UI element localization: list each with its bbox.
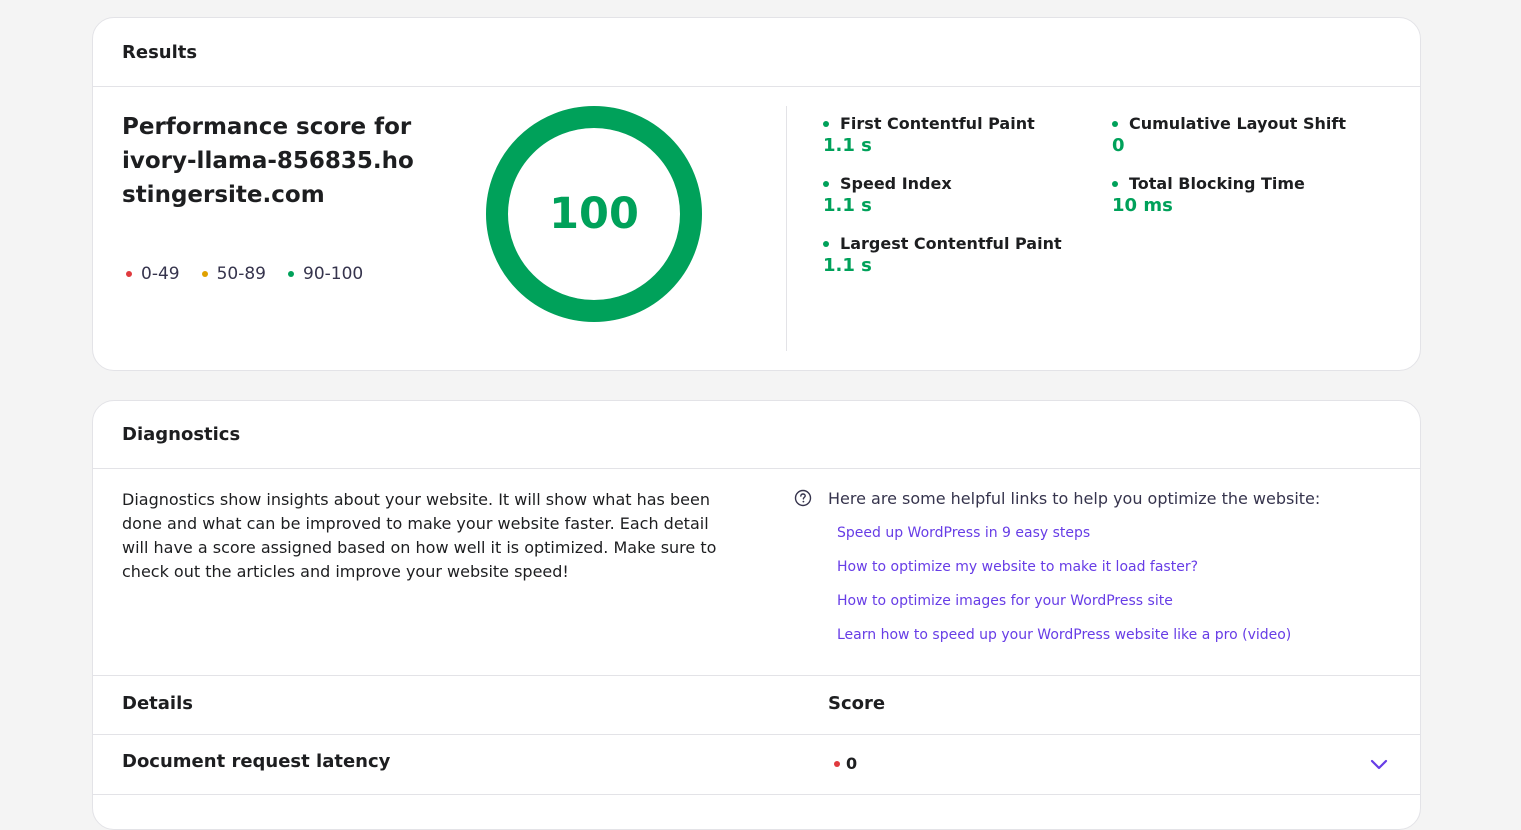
diagnostics-title: Diagnostics xyxy=(122,424,241,445)
divider xyxy=(93,675,1420,676)
link-speed-up-wordpress[interactable]: Speed up WordPress in 9 easy steps xyxy=(837,525,1291,559)
helpful-links-title: Here are some helpful links to help you … xyxy=(828,489,1321,508)
legend-label: 0-49 xyxy=(141,264,180,284)
metric-speed-index: Speed Index 1.1 s xyxy=(823,174,952,216)
legend-item-poor: 0-49 xyxy=(126,264,180,284)
diagnostics-card: Diagnostics Diagnostics show insights ab… xyxy=(92,400,1421,830)
green-dot-icon xyxy=(1112,180,1118,187)
orange-dot-icon xyxy=(201,271,208,277)
helpful-links-list: Speed up WordPress in 9 easy steps How t… xyxy=(837,525,1291,661)
legend-item-good: 90-100 xyxy=(288,264,363,284)
link-optimize-images[interactable]: How to optimize images for your WordPres… xyxy=(837,593,1291,627)
metric-name: Cumulative Layout Shift xyxy=(1129,114,1346,133)
divider xyxy=(93,86,1420,87)
divider xyxy=(93,794,1420,795)
question-circle-icon xyxy=(794,489,812,507)
score-legend: 0-49 50-89 90-100 xyxy=(126,264,363,284)
metric-name: Speed Index xyxy=(840,174,952,193)
green-dot-icon xyxy=(823,120,829,127)
performance-title: Performance score for ivory-llama-856835… xyxy=(122,114,414,208)
metric-value: 0 xyxy=(1112,135,1125,156)
row-score-value: 0 xyxy=(846,754,858,773)
column-header-details: Details xyxy=(122,693,193,714)
red-dot-icon xyxy=(834,760,840,767)
vertical-divider xyxy=(786,106,787,351)
divider xyxy=(93,734,1420,735)
metric-name: First Contentful Paint xyxy=(840,114,1035,133)
performance-score: 100 xyxy=(549,189,639,239)
green-dot-icon xyxy=(823,180,829,187)
metric-name: Largest Contentful Paint xyxy=(840,234,1062,253)
metric-value: 1.1 s xyxy=(823,255,872,276)
link-optimize-website[interactable]: How to optimize my website to make it lo… xyxy=(837,559,1291,593)
metric-value: 1.1 s xyxy=(823,135,872,156)
chevron-down-icon[interactable] xyxy=(1368,758,1390,772)
metric-total-blocking-time: Total Blocking Time 10 ms xyxy=(1112,174,1305,216)
row-name: Document request latency xyxy=(122,751,391,772)
diagnostics-description: Diagnostics show insights about your web… xyxy=(122,490,717,581)
metric-first-contentful-paint: First Contentful Paint 1.1 s xyxy=(823,114,1035,156)
row-score: 0 xyxy=(834,754,857,773)
link-speed-up-video[interactable]: Learn how to speed up your WordPress web… xyxy=(837,627,1291,661)
legend-label: 50-89 xyxy=(216,264,266,284)
metric-value: 10 ms xyxy=(1112,195,1173,216)
results-card: Results Performance score for ivory-llam… xyxy=(92,17,1421,371)
green-dot-icon xyxy=(1112,120,1118,127)
metric-cumulative-layout-shift: Cumulative Layout Shift 0 xyxy=(1112,114,1346,156)
red-dot-icon xyxy=(126,271,132,277)
legend-item-average: 50-89 xyxy=(201,264,266,284)
metric-largest-contentful-paint: Largest Contentful Paint 1.1 s xyxy=(823,234,1062,276)
legend-label: 90-100 xyxy=(303,264,364,284)
metric-value: 1.1 s xyxy=(823,195,872,216)
green-dot-icon xyxy=(288,271,294,277)
green-dot-icon xyxy=(823,240,829,247)
metric-name: Total Blocking Time xyxy=(1129,174,1305,193)
column-header-score: Score xyxy=(828,693,886,714)
results-title: Results xyxy=(122,42,198,63)
divider xyxy=(93,468,1420,469)
